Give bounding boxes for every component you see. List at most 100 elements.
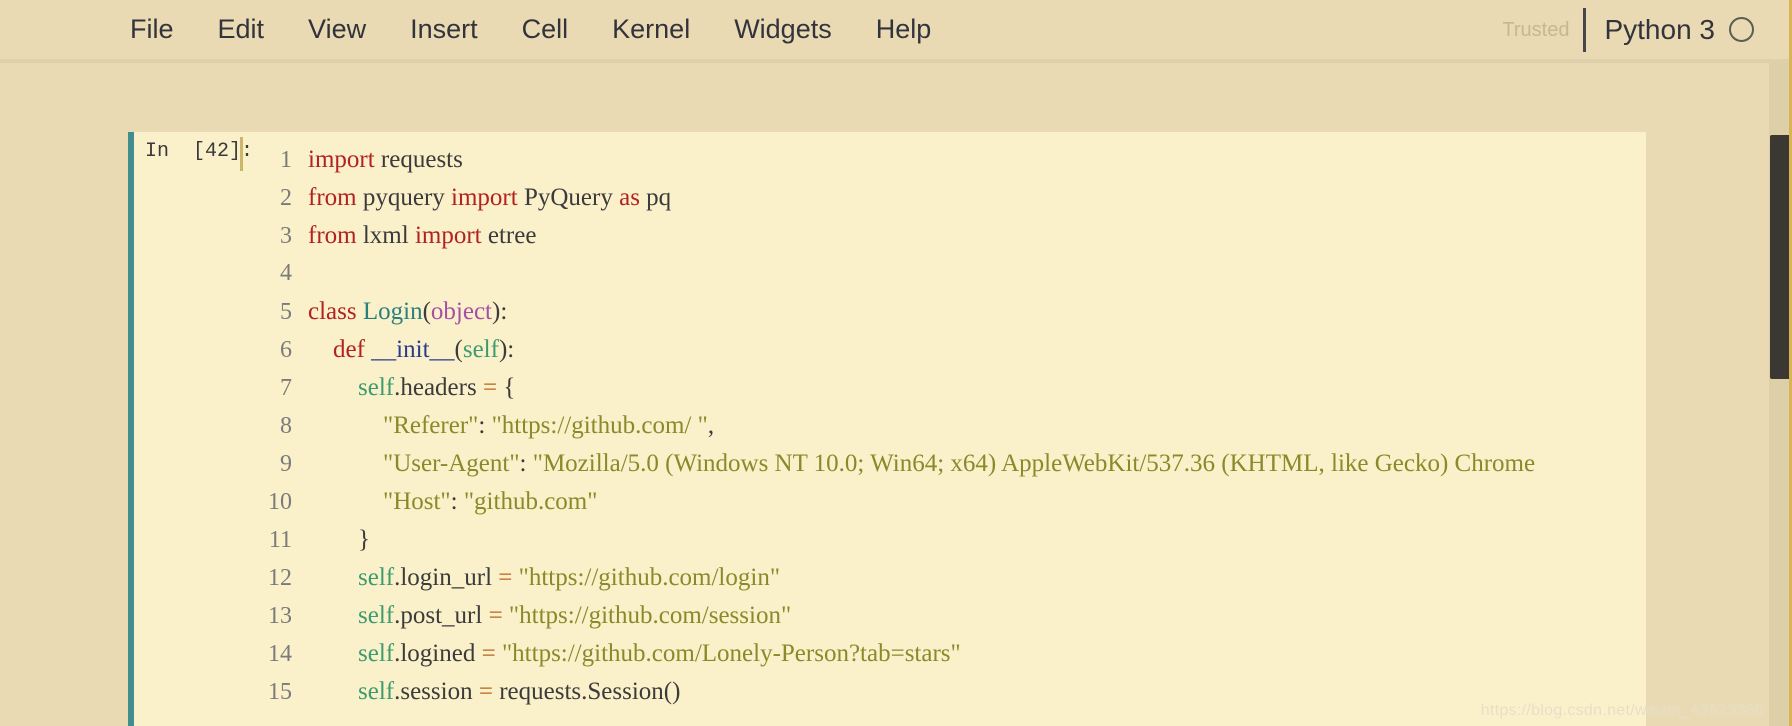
code-token-s: "https://github.com/login" [519, 564, 780, 591]
code-token-slf: self [358, 602, 394, 629]
code-line[interactable]: 4 [246, 260, 1646, 298]
menu-kernel[interactable]: Kernel [612, 16, 690, 43]
vertical-scrollbar-thumb[interactable] [1770, 135, 1791, 379]
kernel-name-label: Python 3 [1604, 16, 1715, 44]
code-cell[interactable]: In [42]: 1import requests2from pyquery i… [128, 132, 1646, 726]
line-number: 12 [246, 565, 308, 592]
menu-file[interactable]: File [130, 16, 174, 43]
code-token-pl: lxml [357, 222, 415, 249]
code-token-k: from [308, 184, 357, 211]
code-editor[interactable]: 1import requests2from pyquery import PyQ… [246, 146, 1646, 726]
code-token-s: "https://github.com/Lonely-Person?tab=st… [502, 640, 961, 667]
code-token-pl: .login_url [394, 564, 498, 591]
line-number: 2 [246, 185, 308, 212]
code-token-s: "https://github.com/ " [492, 412, 708, 439]
code-line[interactable]: 15 self.session = requests.Session() [246, 678, 1646, 716]
code-line[interactable]: 1import requests [246, 146, 1646, 184]
cell-cursor-indicator [240, 137, 243, 171]
line-number: 6 [246, 337, 308, 364]
code-line[interactable]: 7 self.headers = { [246, 374, 1646, 412]
code-token-k: def [333, 336, 365, 363]
code-token-k: class [308, 298, 357, 325]
code-token-pl: .post_url [394, 602, 488, 629]
code-line[interactable]: 14 self.logined = "https://github.com/Lo… [246, 640, 1646, 678]
line-number: 11 [246, 527, 308, 554]
code-token-pl: : [520, 450, 533, 477]
notebook-canvas: In [42]: 1import requests2from pyquery i… [0, 63, 1792, 726]
code-token-fn: __init__ [371, 336, 454, 363]
menu-cell[interactable]: Cell [522, 16, 569, 43]
code-token-k: import [415, 222, 482, 249]
code-token-pl: .logined [394, 640, 482, 667]
code-token-pl: pq [640, 184, 671, 211]
code-token-s: "Host" [383, 488, 451, 515]
code-line[interactable]: 10 "Host": "github.com" [246, 488, 1646, 526]
code-token-op: = [479, 678, 493, 705]
code-token-s: "Mozilla/5.0 (Windows NT 10.0; Win64; x6… [533, 450, 1535, 477]
line-number: 3 [246, 223, 308, 250]
menu-help[interactable]: Help [876, 16, 932, 43]
code-line-text: self.login_url = "https://github.com/log… [308, 564, 780, 592]
code-token-pl: ): [499, 336, 514, 363]
code-line-text: "Host": "github.com" [308, 488, 597, 516]
line-number: 7 [246, 375, 308, 402]
code-token-slf: self [463, 336, 499, 363]
line-number: 4 [246, 260, 308, 287]
line-number: 1 [246, 147, 308, 174]
line-number: 13 [246, 603, 308, 630]
code-line-text: self.post_url = "https://github.com/sess… [308, 602, 791, 630]
menu-widgets[interactable]: Widgets [734, 16, 832, 43]
code-line-text: "Referer": "https://github.com/ ", [308, 412, 714, 440]
code-token-pl [308, 564, 358, 591]
code-line-text: } [308, 526, 370, 554]
code-token-k: import [308, 146, 375, 173]
code-token-cls: Login [363, 298, 423, 325]
code-line-text: import requests [308, 146, 463, 174]
code-line[interactable]: 13 self.post_url = "https://github.com/s… [246, 602, 1646, 640]
code-line-text: self.session = requests.Session() [308, 678, 680, 706]
code-cell-body[interactable]: In [42]: 1import requests2from pyquery i… [134, 132, 1646, 726]
code-line[interactable]: 12 self.login_url = "https://github.com/… [246, 564, 1646, 602]
code-token-pl [308, 412, 383, 439]
menu-edit[interactable]: Edit [218, 16, 265, 43]
code-line[interactable]: 9 "User-Agent": "Mozilla/5.0 (Windows NT… [246, 450, 1646, 488]
trusted-status-label: Trusted [1502, 20, 1569, 40]
code-token-k: as [619, 184, 640, 211]
code-token-pl: { [497, 374, 515, 401]
kernel-idle-circle-icon[interactable] [1729, 17, 1754, 42]
menu-insert[interactable]: Insert [410, 16, 478, 43]
menu-view[interactable]: View [308, 16, 366, 43]
code-token-pl: pyquery [357, 184, 451, 211]
code-token-pl: etree [482, 222, 537, 249]
code-token-op: = [483, 374, 497, 401]
code-token-slf: self [358, 678, 394, 705]
code-line[interactable]: 6 def __init__(self): [246, 336, 1646, 374]
code-token-op: = [482, 640, 496, 667]
code-line-text: from pyquery import PyQuery as pq [308, 184, 671, 212]
code-token-pl: , [708, 412, 714, 439]
code-line-text: def __init__(self): [308, 336, 514, 364]
code-token-slf: self [358, 640, 394, 667]
code-line-text: from lxml import etree [308, 222, 536, 250]
code-line[interactable]: 8 "Referer": "https://github.com/ ", [246, 412, 1646, 450]
code-line[interactable]: 5class Login(object): [246, 298, 1646, 336]
code-token-op: = [489, 602, 503, 629]
code-token-s: "User-Agent" [383, 450, 520, 477]
code-token-pl: : [451, 488, 464, 515]
line-number: 5 [246, 299, 308, 326]
code-line[interactable]: 3from lxml import etree [246, 222, 1646, 260]
code-line[interactable]: 2from pyquery import PyQuery as pq [246, 184, 1646, 222]
code-token-pl [308, 488, 383, 515]
code-line-text: self.logined = "https://github.com/Lonel… [308, 640, 961, 668]
code-token-op: = [498, 564, 512, 591]
code-line[interactable]: 11 } [246, 526, 1646, 564]
code-token-pl: ( [455, 336, 463, 363]
code-line-text: class Login(object): [308, 298, 507, 326]
line-number: 15 [246, 679, 308, 706]
code-token-pl: ): [492, 298, 507, 325]
code-token-bi: object [431, 298, 492, 325]
code-token-pl: requests [375, 146, 463, 173]
code-token-pl [308, 602, 358, 629]
line-number: 9 [246, 451, 308, 478]
menu-bar-right-group: Trusted Python 3 [1502, 0, 1754, 59]
